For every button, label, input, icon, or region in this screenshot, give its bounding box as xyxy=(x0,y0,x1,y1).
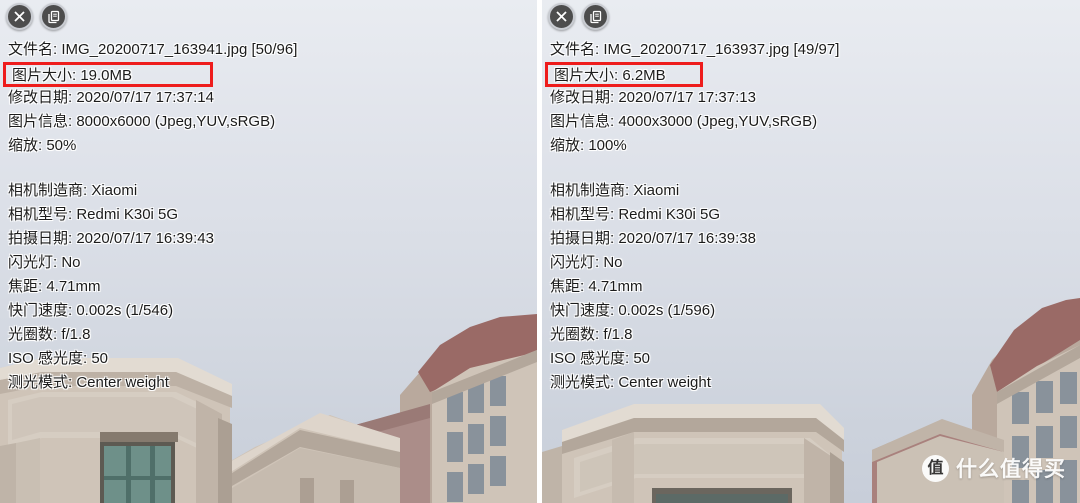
photo-background-right xyxy=(542,0,1080,503)
copy-documents-button[interactable] xyxy=(40,3,67,30)
close-icon xyxy=(555,10,568,23)
viewer-panel-right: 文件名: IMG_20200717_163937.jpg [49/97] 图片大… xyxy=(542,0,1080,503)
photo-viewer-comparison: 文件名: IMG_20200717_163941.jpg [50/96] 图片大… xyxy=(0,0,1080,503)
close-button[interactable] xyxy=(6,3,33,30)
viewer-toolbar-right xyxy=(548,3,609,30)
close-icon xyxy=(13,10,26,23)
building-scene xyxy=(542,0,1080,503)
photo-background-left xyxy=(0,0,537,503)
viewer-toolbar-left xyxy=(6,3,67,30)
building-scene xyxy=(0,0,537,503)
viewer-panel-left: 文件名: IMG_20200717_163941.jpg [50/96] 图片大… xyxy=(0,0,537,503)
close-button[interactable] xyxy=(548,3,575,30)
copy-documents-icon xyxy=(589,10,603,24)
copy-documents-icon xyxy=(47,10,61,24)
copy-documents-button[interactable] xyxy=(582,3,609,30)
